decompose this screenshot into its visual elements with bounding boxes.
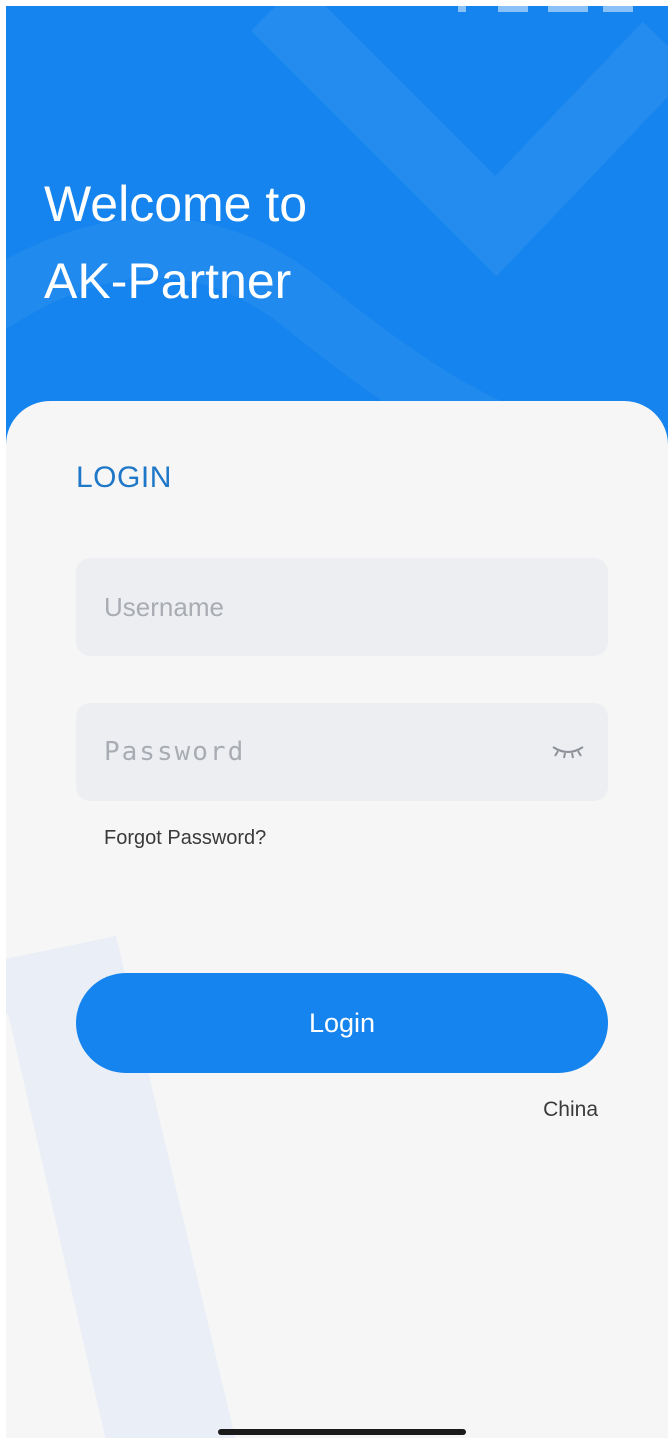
username-input[interactable] <box>76 558 608 656</box>
status-bar-icons <box>458 6 633 12</box>
welcome-title-line1: Welcome to <box>44 176 308 232</box>
login-button[interactable]: Login <box>76 973 608 1073</box>
card-background-decoration <box>6 936 236 1438</box>
welcome-header: Welcome to AK-Partner <box>6 6 668 446</box>
home-indicator <box>218 1429 466 1435</box>
login-screen: Welcome to AK-Partner LOGIN Forgot Passw… <box>6 6 668 1438</box>
region-selector[interactable]: China <box>543 1098 598 1122</box>
login-card: LOGIN Forgot Password? Login China <box>6 401 668 1438</box>
password-field <box>76 703 608 801</box>
login-heading: LOGIN <box>76 461 172 494</box>
welcome-title-line2: AK-Partner <box>44 253 292 309</box>
welcome-title: Welcome to AK-Partner <box>44 166 307 320</box>
password-input[interactable] <box>76 703 608 801</box>
forgot-password-link[interactable]: Forgot Password? <box>104 827 266 850</box>
eye-closed-icon[interactable] <box>550 741 586 761</box>
username-field <box>76 558 608 656</box>
